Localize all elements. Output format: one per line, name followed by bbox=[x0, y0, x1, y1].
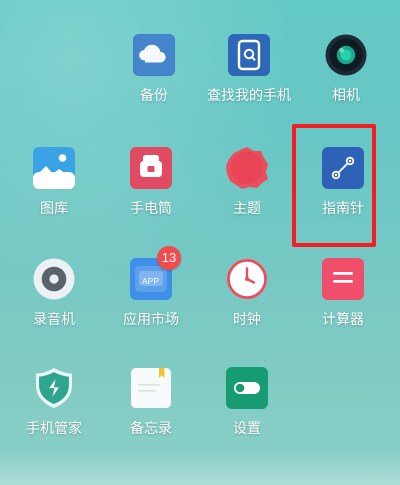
app-clock[interactable]: 时钟 bbox=[201, 256, 293, 350]
app-label: 备份 bbox=[140, 88, 168, 104]
app-label: 查找我的手机 bbox=[207, 88, 291, 104]
home-screen: 备份 查找我的手机 相机 图库 手电筒 主题 指南针 录音机 APP 13 应用… bbox=[0, 0, 400, 485]
clock-icon bbox=[224, 256, 270, 302]
app-calculator[interactable]: 计算器 bbox=[297, 256, 389, 350]
camera-icon bbox=[323, 32, 369, 78]
compass-highlight-box bbox=[292, 124, 376, 247]
phone-manager-icon bbox=[31, 365, 77, 411]
app-recorder[interactable]: 录音机 bbox=[8, 256, 100, 350]
app-label: 主题 bbox=[233, 201, 261, 217]
svg-text:APP: APP bbox=[142, 276, 159, 286]
app-settings[interactable]: 设置 bbox=[201, 365, 293, 459]
notification-badge: 13 bbox=[157, 246, 181, 270]
app-notes[interactable]: 备忘录 bbox=[105, 365, 197, 459]
app-theme[interactable]: 主题 bbox=[201, 145, 293, 239]
app-gallery[interactable]: 图库 bbox=[8, 145, 100, 239]
app-label: 手机管家 bbox=[26, 421, 82, 437]
app-label: 录音机 bbox=[33, 312, 75, 328]
find-phone-icon bbox=[226, 32, 272, 78]
app-label: 设置 bbox=[233, 421, 261, 437]
app-label: 图库 bbox=[40, 201, 68, 217]
app-find-phone[interactable]: 查找我的手机 bbox=[203, 32, 295, 126]
app-camera[interactable]: 相机 bbox=[300, 32, 392, 126]
app-store-icon: APP 13 bbox=[128, 246, 181, 302]
settings-icon bbox=[224, 365, 270, 411]
backup-icon bbox=[131, 32, 177, 78]
app-label: 计算器 bbox=[322, 312, 364, 328]
theme-icon bbox=[224, 145, 270, 191]
flashlight-icon bbox=[128, 145, 174, 191]
calculator-icon bbox=[320, 256, 366, 302]
app-store[interactable]: APP 13 应用市场 bbox=[105, 246, 197, 350]
notes-icon bbox=[128, 365, 174, 411]
app-label: 备忘录 bbox=[130, 421, 172, 437]
gallery-icon bbox=[31, 145, 77, 191]
app-flashlight[interactable]: 手电筒 bbox=[105, 145, 197, 239]
app-label: 时钟 bbox=[233, 312, 261, 328]
app-label: 应用市场 bbox=[123, 312, 179, 328]
app-label: 相机 bbox=[332, 88, 360, 104]
app-backup[interactable]: 备份 bbox=[108, 32, 200, 126]
recorder-icon bbox=[31, 256, 77, 302]
app-phone-manager[interactable]: 手机管家 bbox=[8, 365, 100, 459]
app-label: 手电筒 bbox=[130, 201, 172, 217]
